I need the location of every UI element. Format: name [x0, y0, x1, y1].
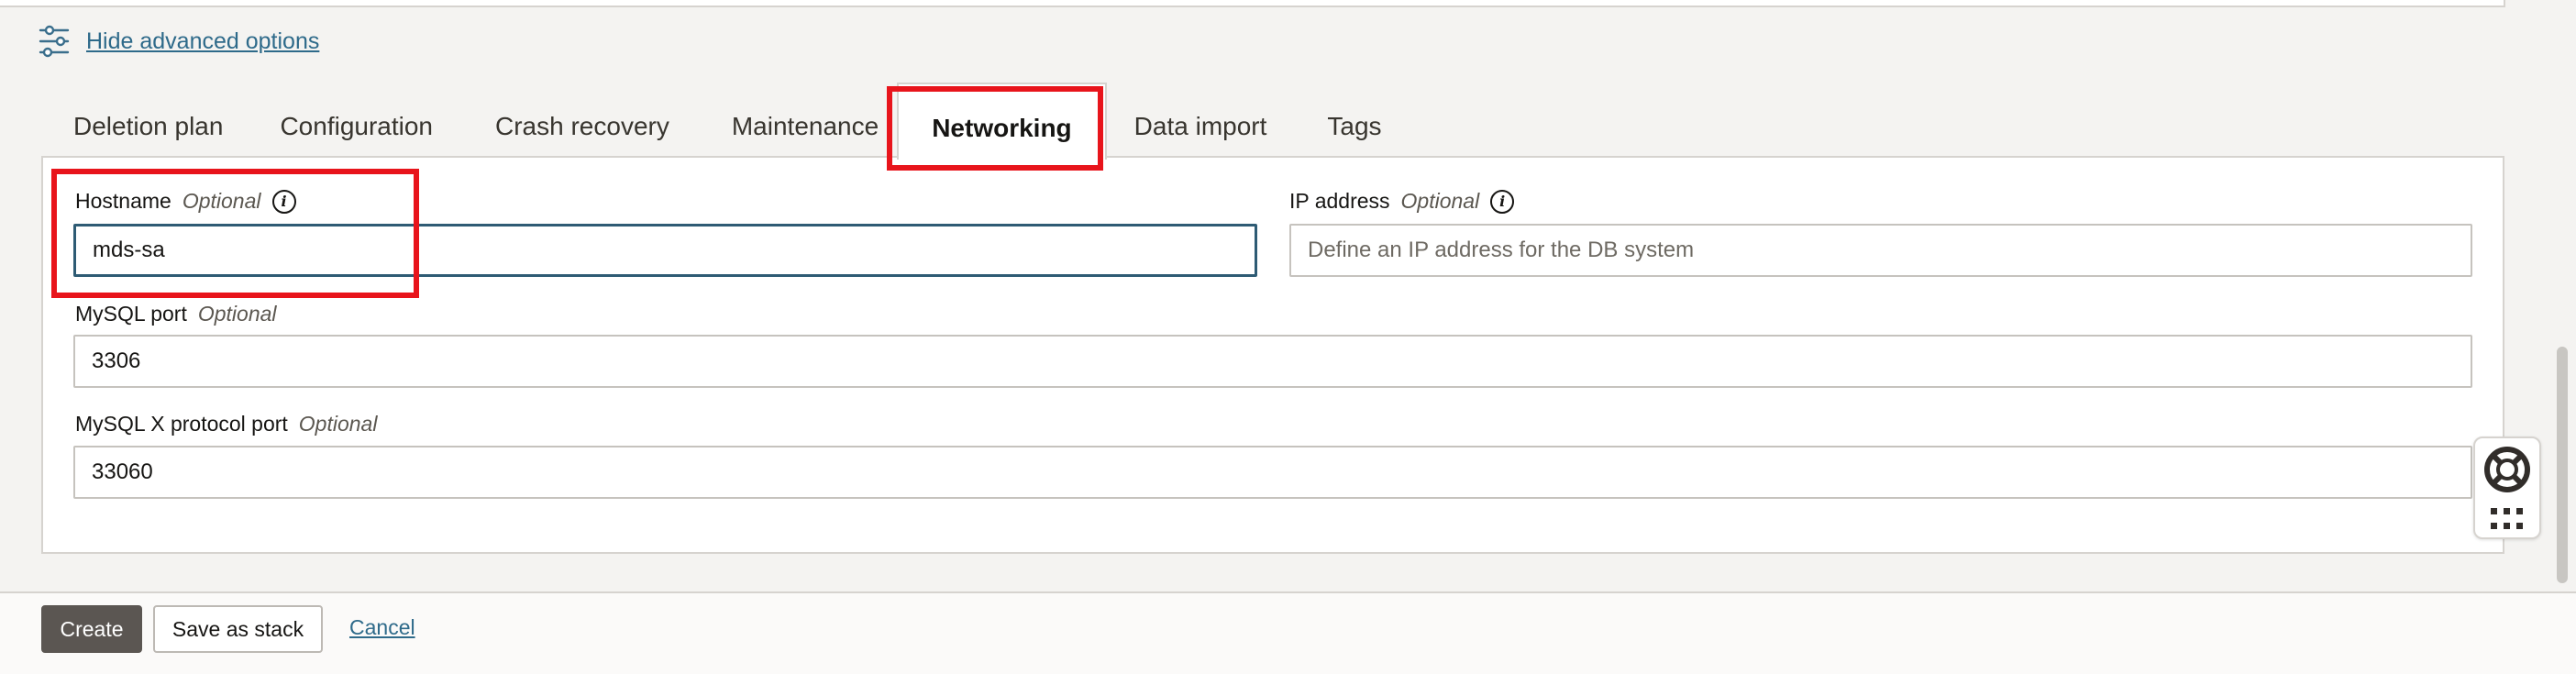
ip-address-info-icon[interactable]: i [1490, 189, 1515, 214]
apps-grid-icon[interactable] [2489, 506, 2526, 532]
tab-networking[interactable]: Networking [897, 83, 1107, 160]
mysqlx-port-label: MySQL X protocol port Optional [75, 412, 378, 436]
previous-section-edge [0, 0, 2505, 7]
hostname-info-icon[interactable]: i [271, 189, 296, 214]
sliders-icon [39, 25, 70, 58]
networking-panel: Hostname Optional i IP address Optional … [41, 156, 2504, 554]
tab-tags[interactable]: Tags [1298, 83, 1412, 156]
ip-address-input[interactable] [1289, 224, 2472, 277]
mysql-port-label: MySQL port Optional [75, 302, 277, 326]
tab-configuration[interactable]: Configuration [254, 83, 464, 156]
tab-data-import[interactable]: Data import [1107, 83, 1299, 156]
save-as-stack-button[interactable]: Save as stack [153, 605, 323, 653]
ip-address-label: IP address Optional i [1289, 189, 1515, 214]
tab-crash-recovery[interactable]: Crash recovery [464, 83, 701, 156]
tab-deletion-plan[interactable]: Deletion plan [41, 83, 254, 156]
create-button[interactable]: Create [41, 605, 142, 653]
lifebuoy-icon[interactable] [2482, 445, 2532, 494]
advanced-tabs: Deletion plan Configuration Crash recove… [41, 83, 1413, 160]
mysql-port-input[interactable] [73, 335, 2472, 388]
hide-advanced-options-link[interactable]: Hide advanced options [86, 28, 319, 55]
tab-maintenance[interactable]: Maintenance [701, 83, 897, 156]
mysqlx-port-input[interactable] [73, 446, 2472, 499]
hostname-input[interactable] [73, 224, 1257, 277]
help-widget [2473, 436, 2541, 539]
cancel-link[interactable]: Cancel [349, 615, 415, 640]
hide-advanced-options-toggle[interactable]: Hide advanced options [39, 24, 319, 59]
scrollbar-thumb[interactable] [2557, 347, 2568, 583]
hostname-label: Hostname Optional i [75, 189, 296, 214]
